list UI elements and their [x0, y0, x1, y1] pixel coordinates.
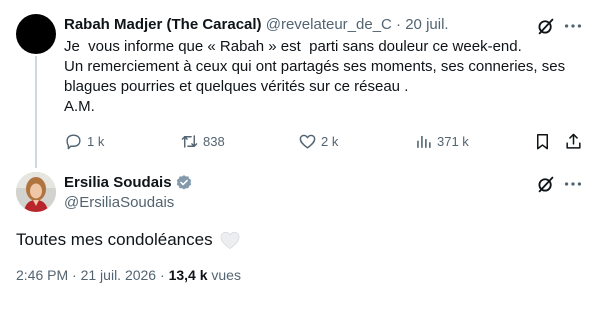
views-icon: [417, 135, 431, 148]
tweet2-display-name[interactable]: Ersilia Soudais: [64, 173, 172, 193]
tweet2-name-row: Ersilia Soudais: [64, 173, 193, 193]
avatar-photo: [16, 172, 56, 212]
tweet1-date[interactable]: 20 juil.: [405, 16, 448, 33]
tweet1-action-bar: 1 k 838 2 k 371 k: [64, 130, 588, 152]
avatar-rabah[interactable]: [16, 14, 56, 54]
views-count: 371 k: [437, 133, 469, 149]
tweet2-views-label: vues: [211, 267, 241, 283]
tweet1-header: Rabah Madjer (The Caracal) @revelateur_d…: [64, 15, 524, 35]
avatar-ersilia[interactable]: [16, 172, 56, 212]
verified-badge-icon[interactable]: [175, 174, 193, 192]
reply-button[interactable]: 1 k: [64, 130, 104, 152]
share-button[interactable]: [564, 130, 583, 152]
tweet2-views-count[interactable]: 13,4 k: [169, 267, 208, 283]
retweet-count: 838: [203, 133, 225, 149]
views-button[interactable]: 371 k: [414, 130, 469, 152]
tweet2-separator: ·: [72, 267, 77, 283]
tweet2-time[interactable]: 2:46 PM: [16, 267, 68, 283]
tweet2-meta: 2:46 PM · 21 juil. 2026 · 13,4 k vues: [16, 265, 241, 285]
more-icon[interactable]: [562, 15, 584, 37]
tweet2-text: Toutes mes condoléances: [16, 228, 241, 252]
grok-icon[interactable]: [535, 173, 557, 195]
bookmark-button[interactable]: [533, 130, 552, 152]
tweet1-line: blagues pourries et quelques vérités sur…: [64, 78, 409, 95]
tweet2-text-content: Toutes mes condoléances: [16, 230, 213, 249]
tweet1-line: Je vous informe que « Rabah » est parti …: [64, 38, 522, 55]
tweet1-text: Je vous informe que « Rabah » est parti …: [64, 37, 584, 117]
like-count: 2 k: [321, 133, 339, 149]
retweet-button[interactable]: 838: [180, 130, 225, 152]
like-button[interactable]: 2 k: [298, 130, 338, 152]
thread-connector-line: [35, 56, 37, 168]
tweet1-separator: ·: [396, 16, 402, 33]
tweet1-line: Un remerciement à ceux qui ont partagés …: [64, 58, 566, 75]
bookmark-icon: [536, 133, 549, 149]
share-icon: [566, 133, 581, 149]
retweet-icon: [181, 134, 198, 148]
reply-count: 1 k: [87, 133, 105, 149]
tweet2-separator: ·: [160, 267, 165, 283]
tweet2-date[interactable]: 21 juil. 2026: [81, 267, 157, 283]
reply-icon: [66, 133, 81, 149]
more-icon[interactable]: [562, 173, 584, 195]
tweet1-display-name[interactable]: Rabah Madjer (The Caracal): [64, 16, 262, 33]
tweet2-handle[interactable]: @ErsiliaSoudais: [64, 193, 174, 213]
white-heart-icon: [219, 230, 241, 250]
tweet1-line: A.M.: [64, 98, 95, 115]
tweet1-handle[interactable]: @revelateur_de_C: [266, 16, 392, 33]
like-icon: [299, 134, 316, 149]
grok-icon[interactable]: [535, 15, 557, 37]
